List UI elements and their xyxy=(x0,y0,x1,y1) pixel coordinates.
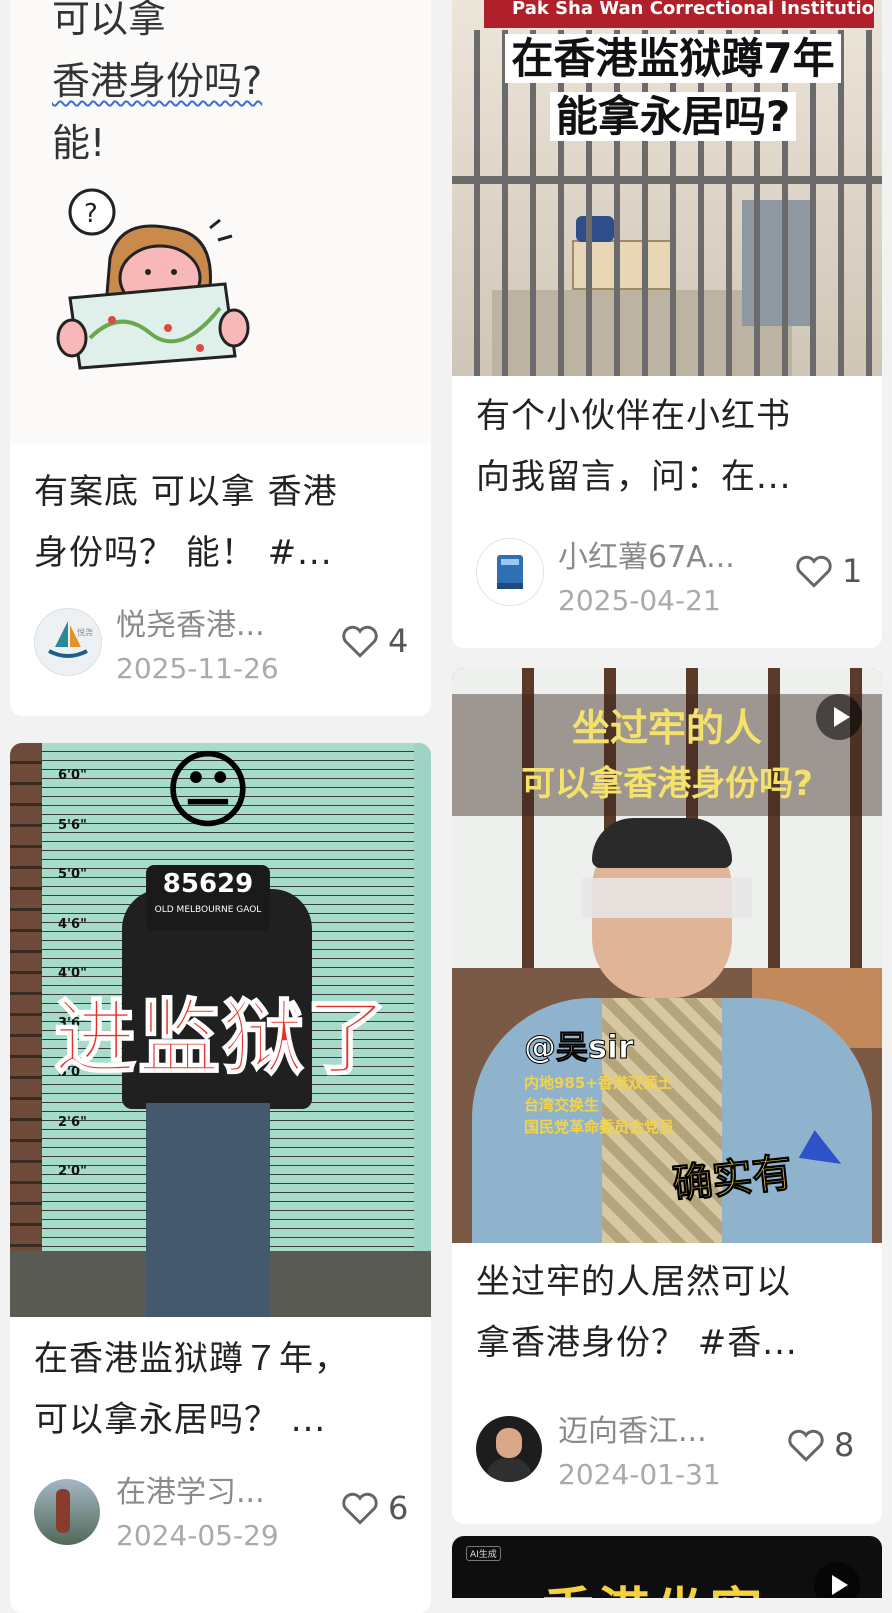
avatar[interactable]: 悦尧 xyxy=(34,608,102,676)
speaker-bio: 内地985+香港双硕士 台湾交换生 国民党革命委员会党员 xyxy=(524,1074,675,1136)
post-date: 2025-11-26 xyxy=(116,652,279,685)
post-title[interactable]: 有个小伙伴在小红书 向我留言，问：在... xyxy=(476,386,862,508)
post-cover[interactable]: 坐过牢的人 可以拿香港身份吗? @吴sir 内地985+香港双硕士 台湾交换生 … xyxy=(452,668,882,1243)
heart-icon xyxy=(342,1492,378,1525)
avatar-photo xyxy=(56,1489,70,1533)
like-count: 1 xyxy=(842,552,863,590)
post-cover[interactable]: 6'0" 5'6" 5'0" 4'6" 4'0" 3'6" 3'0" 2'6" … xyxy=(10,743,431,1317)
avatar-face xyxy=(496,1428,522,1458)
avatar[interactable] xyxy=(476,1416,542,1482)
sailboat-logo-icon: 悦尧 xyxy=(48,621,93,658)
cover-banner: Pak Sha Wan Correctional Institution xyxy=(484,0,874,28)
cell-bar-rail xyxy=(452,176,882,184)
heart-icon xyxy=(342,625,378,658)
post-cover[interactable]: Pak Sha Wan Correctional Institution 在香港… xyxy=(452,0,882,376)
post-title[interactable]: 在香港监狱蹲７年， 可以拿永居吗？ ... xyxy=(34,1329,411,1451)
post-card[interactable]: 坐过牢的人 可以拿香港身份吗? @吴sir 内地985+香港双硕士 台湾交换生 … xyxy=(452,668,882,1524)
author-name[interactable]: 在港学习... xyxy=(116,1467,265,1511)
avatar-suit xyxy=(486,1458,532,1482)
face-blur xyxy=(582,878,752,918)
heart-icon xyxy=(788,1429,824,1462)
heart-icon xyxy=(796,555,832,588)
emoji-face-mask: 😐 xyxy=(163,743,253,841)
book-icon xyxy=(497,555,523,589)
cover-headline: 在香港监狱蹲7年 能拿永居吗? xyxy=(474,30,872,146)
author-name[interactable]: 迈向香江... xyxy=(558,1406,707,1450)
cover-title: 香港坐牢 xyxy=(542,1570,766,1598)
author-name[interactable]: 小红薯67A... xyxy=(558,532,735,576)
post-card[interactable]: 可以拿 香港身份吗? 能! ? 有案底 可以拿 香港 身份吗？ 能！ #... … xyxy=(10,0,431,716)
svg-text:?: ? xyxy=(84,199,98,229)
person-legs xyxy=(146,1103,270,1317)
play-video-icon[interactable] xyxy=(814,1562,860,1598)
mugshot-plate: 85629 OLD MELBOURNE GAOL xyxy=(146,865,270,931)
like-button[interactable]: 6 xyxy=(340,1489,408,1527)
like-button[interactable]: 4 xyxy=(340,622,408,660)
like-button[interactable]: 1 xyxy=(794,552,862,590)
like-count: 6 xyxy=(388,1489,409,1527)
post-cover[interactable]: 可以拿 香港身份吗? 能! ? xyxy=(10,0,431,444)
play-video-icon[interactable] xyxy=(816,694,862,740)
post-card[interactable]: Pak Sha Wan Correctional Institution 在香港… xyxy=(452,0,882,648)
post-title[interactable]: 坐过牢的人居然可以 拿香港身份？ #香... xyxy=(476,1252,862,1374)
post-date: 2024-01-31 xyxy=(558,1458,721,1491)
like-count: 4 xyxy=(388,622,409,660)
speaker-name-tag: @吴sir xyxy=(524,1028,635,1067)
post-title[interactable]: 有案底 可以拿 香港 身份吗？ 能！ #... xyxy=(34,462,411,584)
post-date: 2025-04-21 xyxy=(558,584,721,617)
author-name[interactable]: 悦尧香港... xyxy=(116,600,265,644)
ai-generated-badge: AI生成 xyxy=(466,1546,501,1561)
avatar[interactable] xyxy=(34,1479,100,1545)
brick-wall xyxy=(10,743,42,1317)
post-card[interactable]: 6'0" 5'6" 5'0" 4'6" 4'0" 3'6" 3'0" 2'6" … xyxy=(10,743,431,1613)
cover-text: 可以拿 香港身份吗? 能! xyxy=(52,0,263,165)
post-date: 2024-05-29 xyxy=(116,1519,279,1552)
post-card[interactable]: AI生成 香港坐牢 xyxy=(452,1536,882,1598)
girl-reading-map-illustration: ? xyxy=(56,188,250,370)
post-cover[interactable]: AI生成 香港坐牢 xyxy=(452,1536,882,1598)
like-count: 8 xyxy=(834,1426,855,1464)
svg-text:悦尧: 悦尧 xyxy=(77,627,93,637)
avatar[interactable] xyxy=(476,538,544,606)
cover-caption: 进监狱了 xyxy=(53,990,391,1087)
like-button[interactable]: 8 xyxy=(786,1426,854,1464)
speaker-hair xyxy=(592,818,732,868)
